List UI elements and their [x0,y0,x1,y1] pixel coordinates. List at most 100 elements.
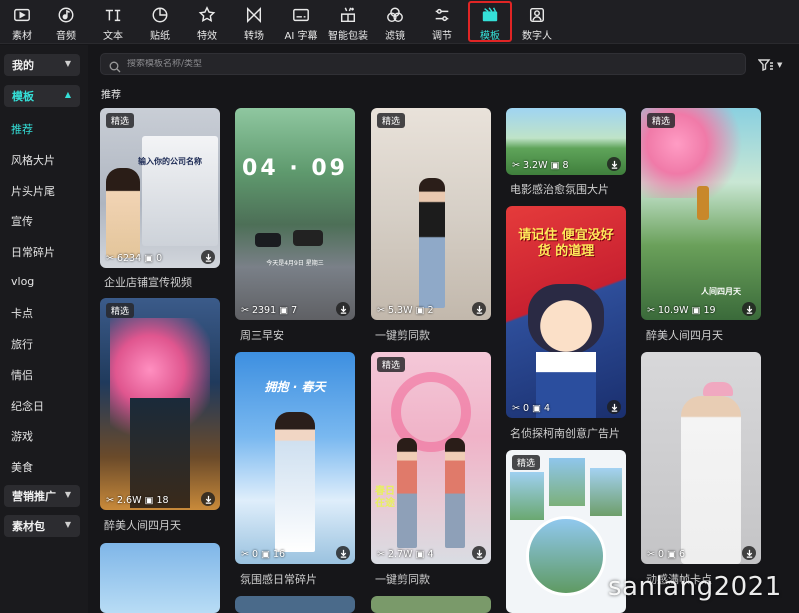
chevron-down-icon: ▼ [64,490,72,499]
media-icon [12,5,32,24]
tool-sticker[interactable]: 贴纸 [138,2,182,42]
card-title[interactable]: 名侦探柯南创意广告片 [510,425,620,441]
card-stats: ✂ 5.3W ▣ 2 [377,305,434,316]
tool-effects[interactable]: 特效 [185,2,229,42]
transition-icon [244,5,264,24]
template-search [100,53,746,75]
sidebar: 我的 ▼ 模板 ▲ 推荐 风格大片 片头片尾 宣传 日常碎片 vlog 卡点 旅… [0,45,88,613]
download-icon[interactable] [472,546,486,560]
tool-filter[interactable]: 滤镜 [373,2,417,42]
search-input[interactable] [127,59,687,69]
card-overlay-text: 输入你的公司名称 [138,157,202,166]
card-stats: ✂ 0 ▣ 6 [647,549,686,560]
tool-digital-human[interactable]: 数字人 [515,2,559,42]
scissors-icon: ✂ [241,549,249,560]
tool-transition[interactable]: 转场 [232,2,276,42]
sidebar-item-beat[interactable]: 卡点 [11,305,33,321]
sidebar-item-food[interactable]: 美食 [11,459,33,475]
conan-slogan: 请记住 便宜没好货 的道理 [518,228,614,259]
card-title[interactable]: 一键剪同款 [375,571,430,587]
clips-icon: ▣ [691,305,701,316]
sidebar-item-intro-outro[interactable]: 片头片尾 [11,183,55,199]
chevron-down-icon: ▼ [64,520,72,529]
office-wall [142,136,218,246]
card-title[interactable]: 氛围感日常碎片 [240,571,317,587]
presenter-figure [106,168,140,258]
tool-smart-pack[interactable]: 智能包装 [326,2,370,42]
download-icon[interactable] [607,400,621,414]
template-icon [480,6,500,24]
alley-wall [130,398,190,508]
template-card-healing[interactable]: ✂ 3.2W ▣ 8 [506,108,626,175]
sidebar-item-style[interactable]: 风格大片 [11,152,55,168]
download-icon[interactable] [607,157,621,171]
template-card-conan[interactable]: 请记住 便宜没好货 的道理 ✂ 0 ▣ 4 [506,206,626,418]
sidebar-item-anniversary[interactable]: 纪念日 [11,398,44,414]
sidebar-item-daily[interactable]: 日常碎片 [11,244,55,260]
download-icon[interactable] [742,302,756,316]
adjust-icon [432,5,452,24]
clips-icon: ▣ [667,549,676,560]
template-card-dance[interactable]: 精选 ✂ 5.3W ▣ 2 [371,108,491,320]
sidebar-item-couple[interactable]: 情侣 [11,367,33,383]
scissors-icon: ✂ [241,305,249,316]
card-overlay-text: 人间四月天 [701,287,741,296]
download-icon[interactable] [472,302,486,316]
tool-ai-caption[interactable]: AI 字幕 [279,2,323,42]
template-card-wednesday[interactable]: 04 · 09 今天是4月9日 星期三 ✂ 2391 ▣ 7 [235,108,355,320]
card-title[interactable]: 企业店铺宣传视频 [104,274,192,290]
watermark: sanlang2021 [608,572,782,602]
tool-adjust[interactable]: 调节 [420,2,464,42]
tool-audio[interactable]: 音频 [44,2,88,42]
card-title[interactable]: 醉美人间四月天 [646,327,723,343]
template-card-bottom-1[interactable] [100,543,220,613]
card-title[interactable]: 一键剪同款 [375,327,430,343]
sidebar-item-game[interactable]: 游戏 [11,428,33,444]
scissors-icon: ✂ [512,160,520,171]
scissors-icon: ✂ [512,403,520,414]
chevron-down-icon: ▼ [777,61,783,69]
template-card-april-2[interactable]: 人间四月天 精选 ✂ 10.9W ▣ 19 [641,108,761,320]
template-card-heart[interactable]: 春日在途 精选 ✂ 2.7W ▣ 4 [371,352,491,564]
sidebar-group-marketing[interactable]: 营销推广 ▼ [4,485,80,507]
chevron-up-icon: ▲ [64,90,72,99]
template-card-fashion[interactable]: ✂ 0 ▣ 6 [641,352,761,564]
card-stats: ✂ 3.2W ▣ 8 [512,160,569,171]
scissors-icon: ✂ [106,495,114,506]
sidebar-item-recommend[interactable]: 推荐 [11,121,33,137]
pink-cap [703,382,733,396]
tool-media[interactable]: 素材 [0,2,44,42]
clips-icon: ▣ [532,403,541,414]
collage-photo-1 [510,472,544,520]
download-icon[interactable] [336,546,350,560]
featured-badge: 精选 [377,357,406,372]
card-stats: ✂ 6234 ▣ 0 [106,253,163,264]
template-card-april-1[interactable]: 精选 ✂ 2.6W ▣ 18 [100,298,220,510]
sidebar-item-vlog[interactable]: vlog [11,275,34,288]
template-card-bottom-3[interactable] [371,596,491,613]
sidebar-group-templates[interactable]: 模板 ▲ [4,85,80,107]
template-card-enterprise[interactable]: 输入你的公司名称 精选 ✂ 6234 ▣ 0 [100,108,220,268]
download-icon[interactable] [742,546,756,560]
template-card-daily[interactable]: 拥抱 · 春天 ✂ 0 ▣ 16 [235,352,355,564]
tool-text[interactable]: 文本 [91,2,135,42]
sticker-icon [150,5,170,24]
template-card-bottom-2[interactable] [235,596,355,613]
download-icon[interactable] [336,302,350,316]
card-title[interactable]: 电影感治愈氛围大片 [510,181,609,197]
sidebar-item-promo[interactable]: 宣传 [11,213,33,229]
sidebar-item-travel[interactable]: 旅行 [11,336,33,352]
tool-template[interactable]: 模板 [468,1,512,42]
download-icon[interactable] [201,492,215,506]
effects-icon [197,5,217,24]
spring-road-text: 春日在途 [375,486,395,509]
card-stats: ✂ 2.6W ▣ 18 [106,495,169,506]
card-title[interactable]: 醉美人间四月天 [104,517,181,533]
card-title[interactable]: 周三早安 [240,327,284,343]
filter-button[interactable]: ▼ [757,57,786,73]
text-icon [103,5,123,24]
download-icon[interactable] [201,250,215,264]
sidebar-group-packs[interactable]: 素材包 ▼ [4,515,80,537]
featured-badge: 精选 [647,113,676,128]
sidebar-group-mine[interactable]: 我的 ▼ [4,54,80,76]
